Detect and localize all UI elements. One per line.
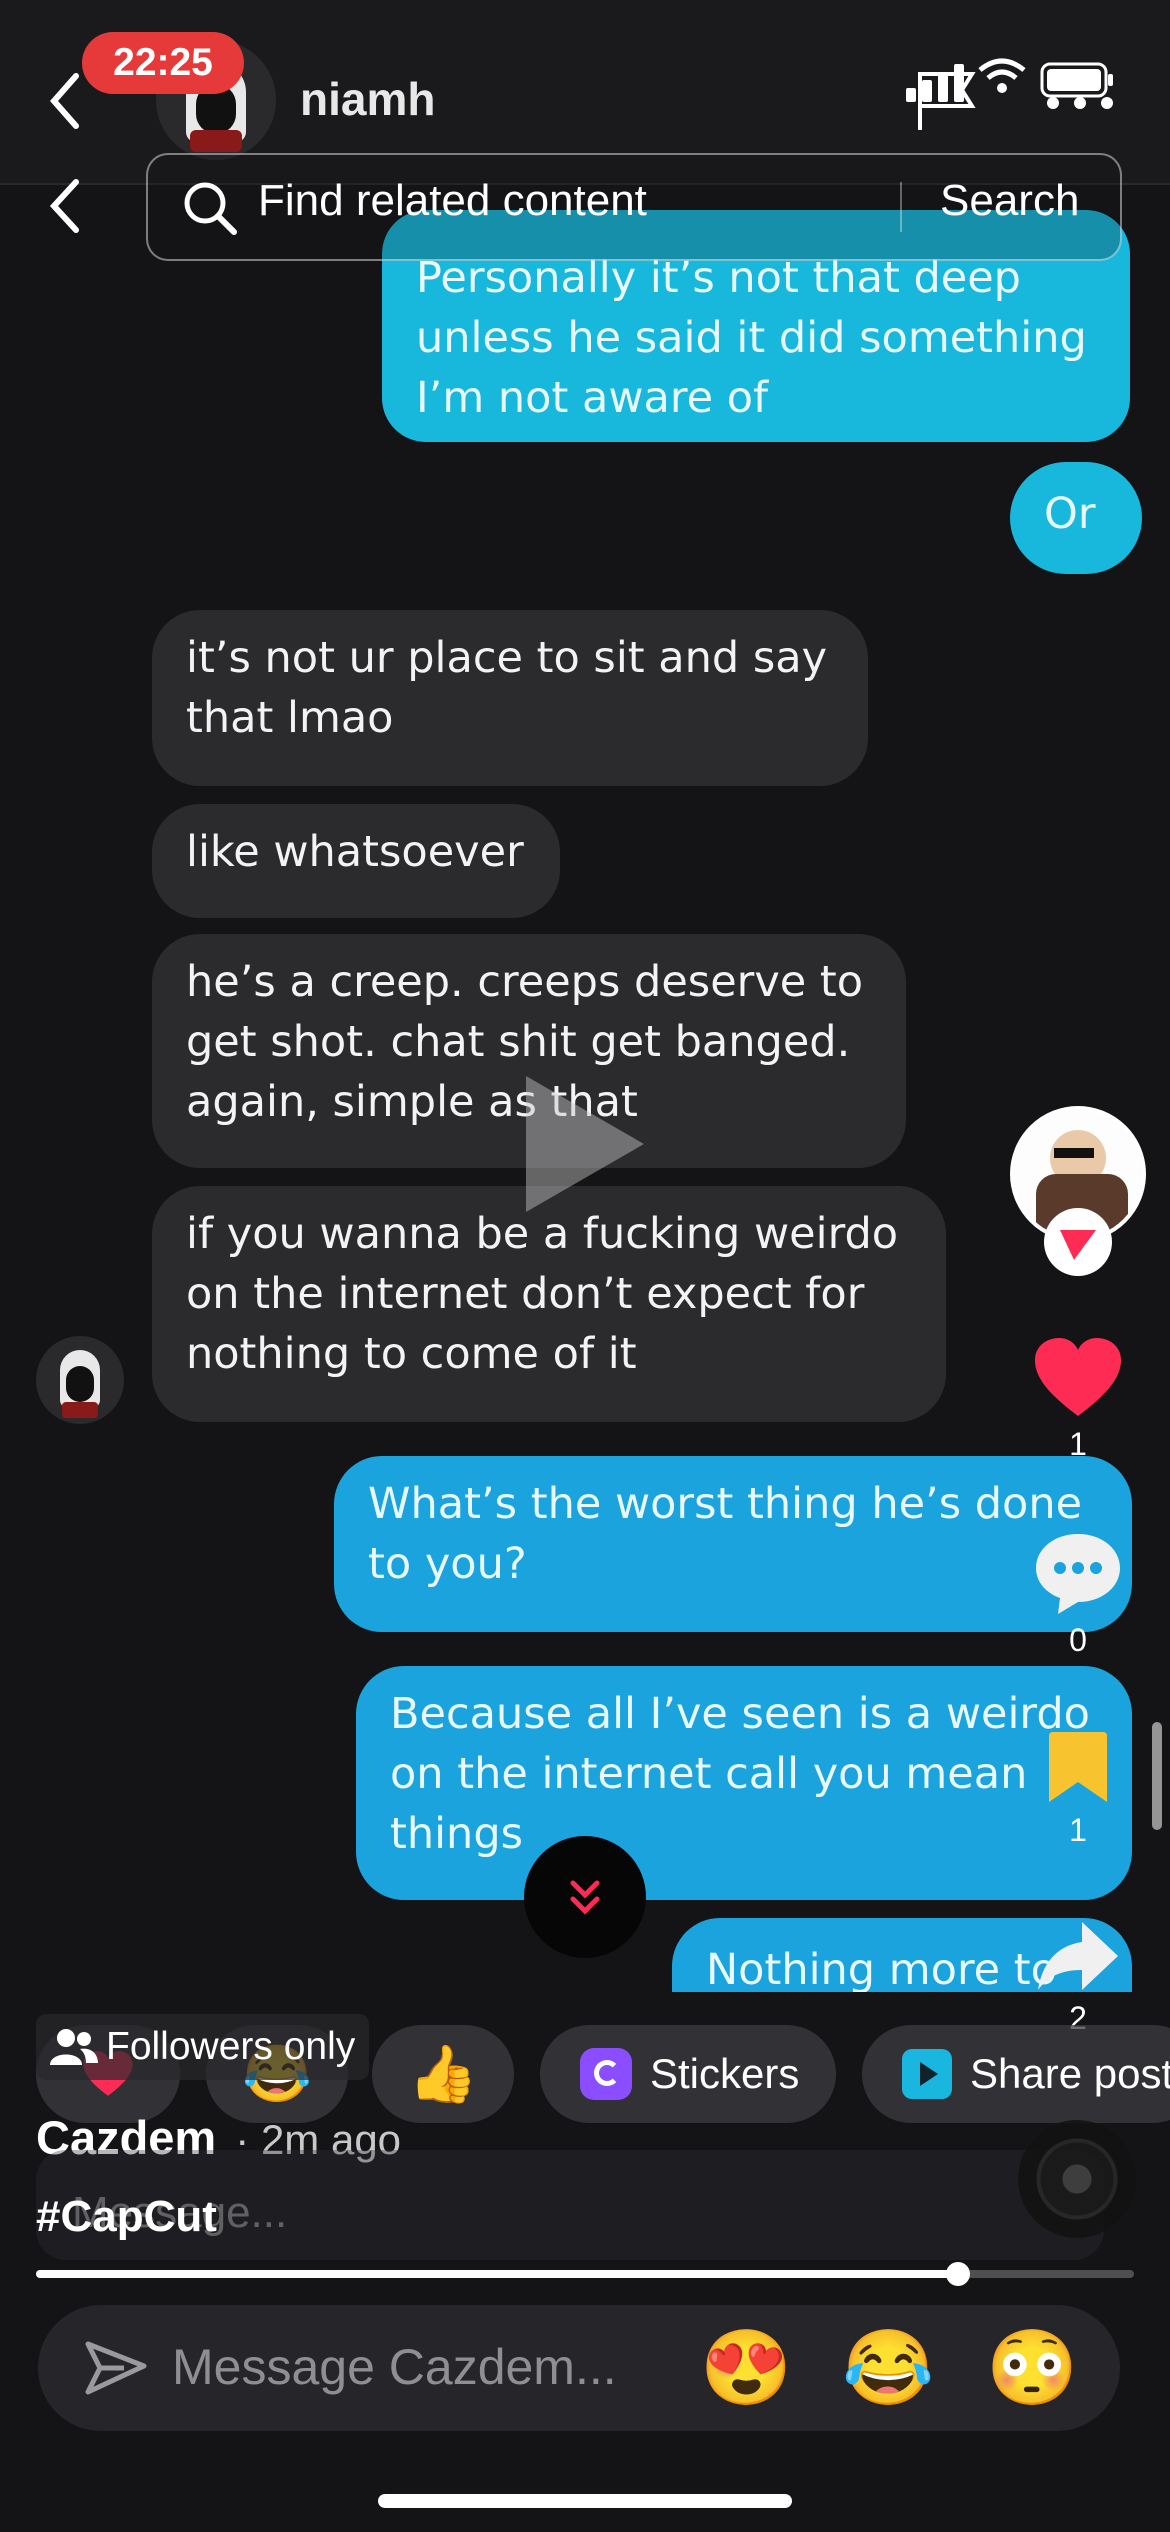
bookmark-icon: [1049, 1732, 1107, 1802]
people-icon: [50, 2029, 98, 2065]
send-icon[interactable]: [84, 2338, 148, 2403]
video-progress-fill: [36, 2270, 959, 2278]
emoji-laugh-button[interactable]: 😂: [842, 2324, 934, 2412]
emoji-heart-eyes-button[interactable]: 😍: [700, 2324, 792, 2412]
status-time: 22:25: [82, 32, 244, 94]
heart-icon: [1035, 1338, 1121, 1416]
message-text: if you wanna be a fucking weirdo on the …: [186, 1209, 899, 1379]
scroll-indicator[interactable]: [1152, 1722, 1162, 1830]
share-action[interactable]: 2: [1030, 1918, 1126, 2037]
play-icon[interactable]: [518, 1066, 652, 1227]
contact-name: niamh: [300, 73, 436, 125]
message-text: Because all I’ve seen is a weirdo on the…: [390, 1689, 1090, 1859]
like-count: 1: [1069, 1426, 1087, 1462]
search-button[interactable]: Search: [940, 176, 1079, 226]
thumbs-up-chip[interactable]: 👍: [372, 2025, 514, 2123]
message-bubble-outgoing: What’s the worst thing he’s done to you?: [334, 1456, 1132, 1632]
message-text: it’s not ur place to sit and say that lm…: [186, 633, 828, 743]
message-bubble-incoming: it’s not ur place to sit and say that lm…: [152, 610, 868, 786]
follow-icon[interactable]: [1044, 1208, 1112, 1276]
comment-icon: [1036, 1534, 1120, 1614]
scroll-down-button[interactable]: [524, 1836, 646, 1958]
home-indicator: [378, 2494, 792, 2508]
video-stage[interactable]: niamh Personally it’s not that deep unle…: [0, 0, 1170, 2532]
video-progress-knob[interactable]: [946, 2262, 971, 2286]
search-input[interactable]: Find related content: [258, 176, 647, 226]
more-dots-icon: [1046, 96, 1114, 115]
chat-back-icon: [48, 72, 82, 135]
stickers-chip[interactable]: Stickers: [540, 2025, 836, 2123]
save-count: 1: [1069, 1812, 1087, 1848]
sticker-icon: [580, 2048, 632, 2100]
post-caption[interactable]: #CapCut: [36, 2192, 217, 2242]
message-bubble-outgoing: Because all I’ve seen is a weirdo on the…: [356, 1666, 1132, 1900]
share-post-chip[interactable]: Share post: [862, 2025, 1170, 2123]
share-post-icon: [902, 2049, 952, 2099]
message-text: Nothing more to: [706, 1945, 1057, 1992]
wifi-icon: [976, 56, 1028, 101]
emoji-flushed-button[interactable]: 😳: [986, 2324, 1078, 2412]
comment-count: 0: [1069, 1622, 1087, 1658]
message-text: What’s the worst thing he’s done to you?: [368, 1479, 1083, 1589]
message-bubble-incoming: like whatsoever: [152, 804, 560, 918]
music-disc-icon[interactable]: [1018, 2120, 1136, 2238]
message-text: Personally it’s not that deep unless he …: [416, 253, 1087, 423]
save-action[interactable]: 1: [1030, 1730, 1126, 1849]
message-input[interactable]: Message Cazdem...: [172, 2338, 617, 2396]
flag-icon: [914, 66, 984, 137]
audience-label: Followers only: [106, 2025, 356, 2068]
like-action[interactable]: 1: [1030, 1336, 1126, 1463]
message-bubble-outgoing: Or: [1010, 462, 1142, 574]
search-divider: [900, 182, 902, 232]
share-icon: [1038, 1922, 1118, 1990]
stickers-label: Stickers: [650, 2050, 800, 2097]
message-text: like whatsoever: [186, 827, 524, 877]
sender-avatar: [36, 1336, 124, 1424]
back-icon[interactable]: [48, 178, 82, 239]
comment-action[interactable]: 0: [1030, 1530, 1126, 1659]
audience-tag: Followers only: [36, 2014, 370, 2080]
search-icon: [182, 180, 238, 241]
video-progress-track[interactable]: [36, 2262, 1134, 2286]
chevron-double-down-icon: [570, 1880, 600, 1915]
share-post-label: Share post: [970, 2050, 1170, 2097]
message-text: Or: [1044, 489, 1096, 539]
